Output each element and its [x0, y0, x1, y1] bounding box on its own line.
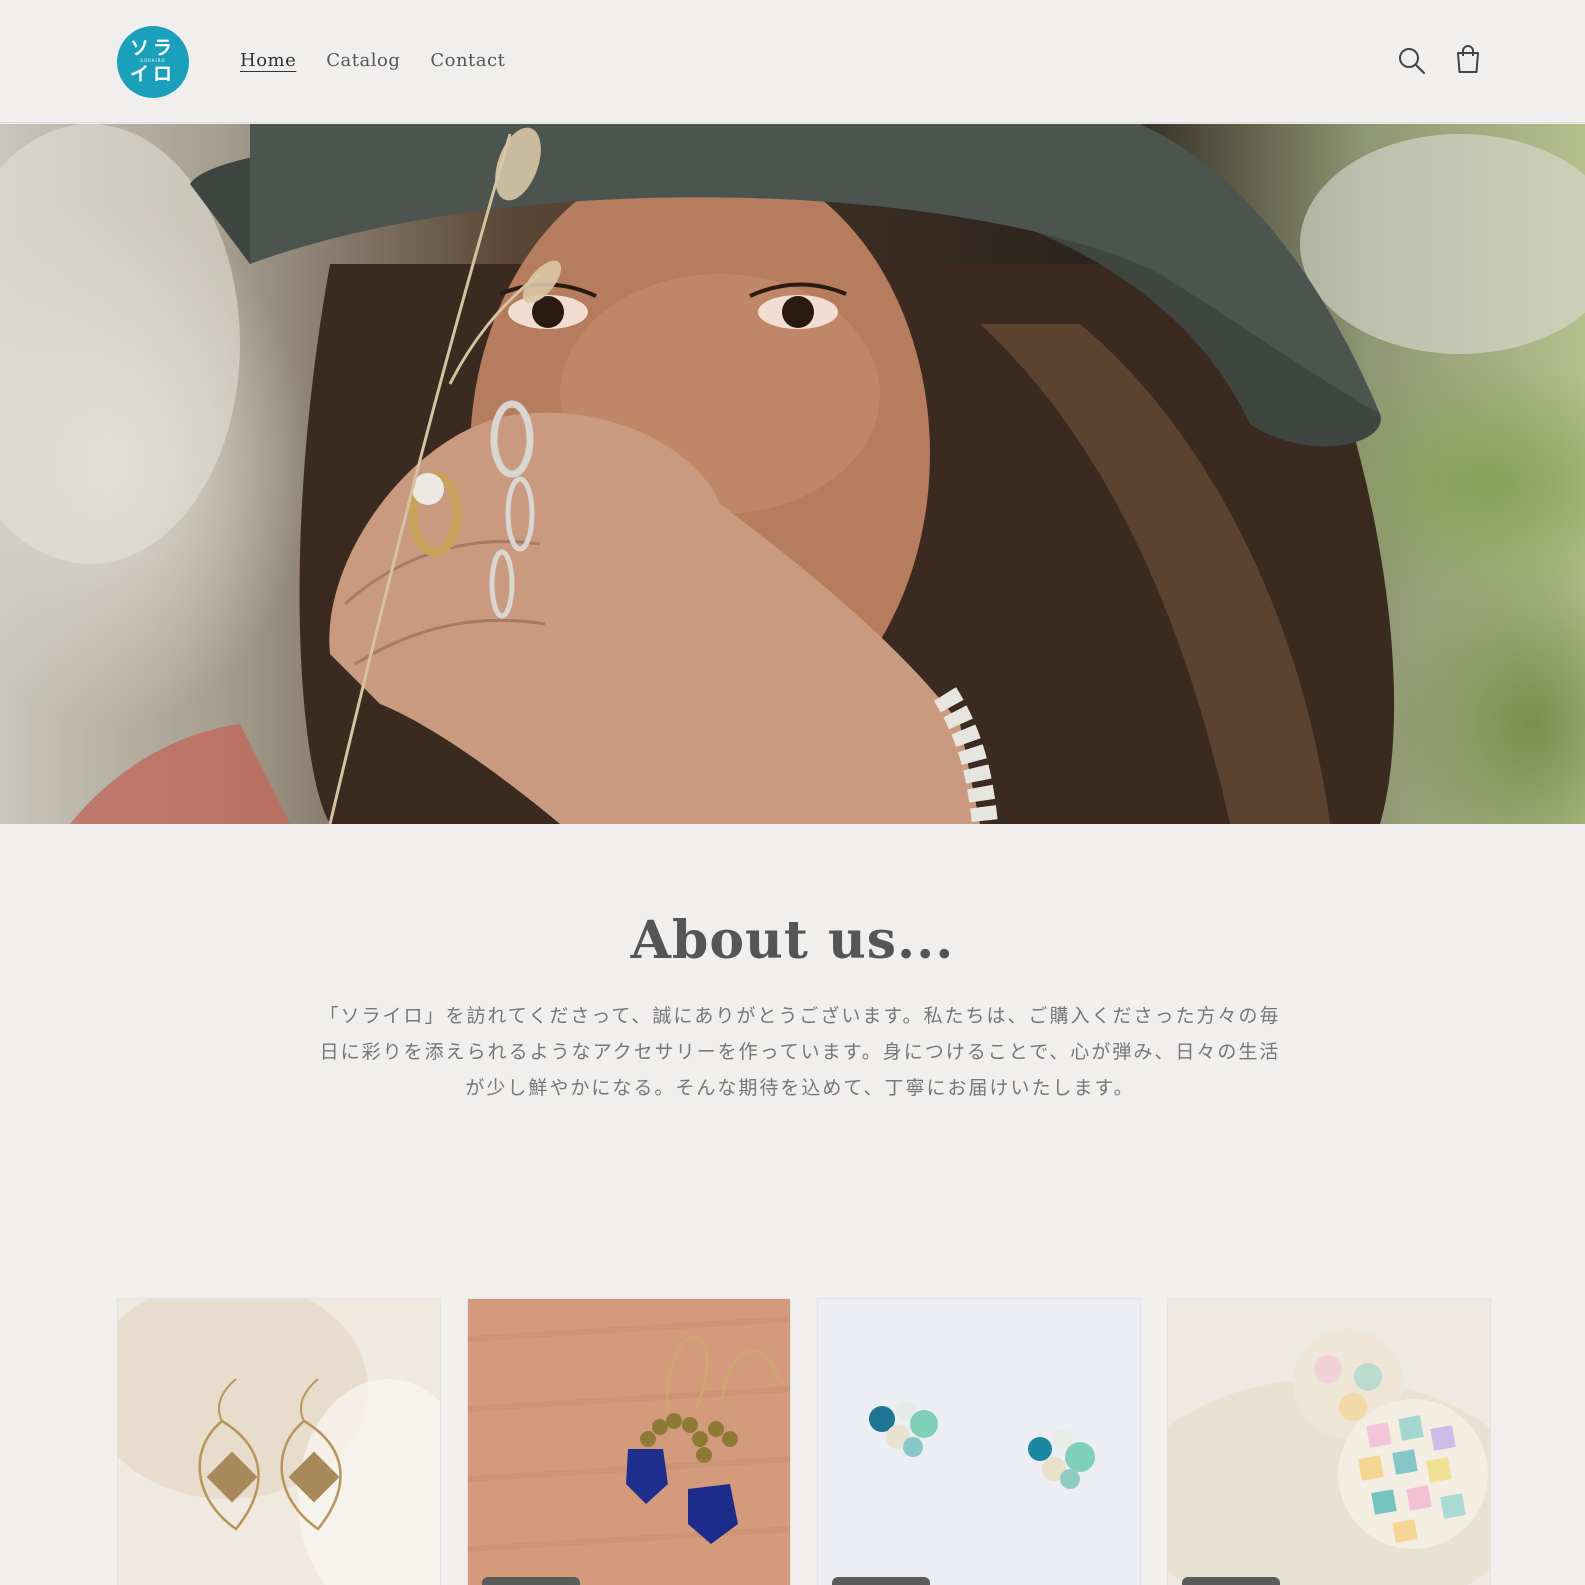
about-text: 「ソライロ」を訪れてくださって、誠にありがとうございます。私たちは、ご購入くださ…	[319, 1005, 1281, 1099]
site-header: ソラ SORAIRO イロ Home Catalog Contact	[0, 0, 1585, 123]
logo-text-bottom: イロ	[129, 63, 176, 85]
nav-contact[interactable]: Contact	[430, 48, 505, 74]
hero-image	[0, 124, 1585, 824]
hero-banner	[0, 124, 1585, 824]
search-icon[interactable]	[1397, 46, 1427, 76]
product-badge	[832, 1577, 930, 1585]
logo-text-top: ソラ	[129, 37, 176, 59]
main-nav: Home Catalog Contact	[240, 48, 505, 74]
product-badge	[482, 1577, 580, 1585]
product-image	[468, 1299, 790, 1585]
nav-catalog[interactable]: Catalog	[326, 48, 400, 74]
brand-logo[interactable]: ソラ SORAIRO イロ	[117, 26, 189, 98]
product-image	[818, 1299, 1140, 1585]
about-title: About us...	[630, 910, 955, 971]
product-image	[1168, 1299, 1490, 1585]
cart-icon[interactable]	[1452, 44, 1484, 76]
product-badge	[1182, 1577, 1280, 1585]
product-image	[118, 1299, 440, 1585]
product-card[interactable]	[117, 1298, 441, 1585]
product-card[interactable]	[467, 1298, 791, 1585]
product-card[interactable]	[1167, 1298, 1491, 1585]
nav-home[interactable]: Home	[240, 48, 296, 74]
product-card[interactable]	[817, 1298, 1141, 1585]
